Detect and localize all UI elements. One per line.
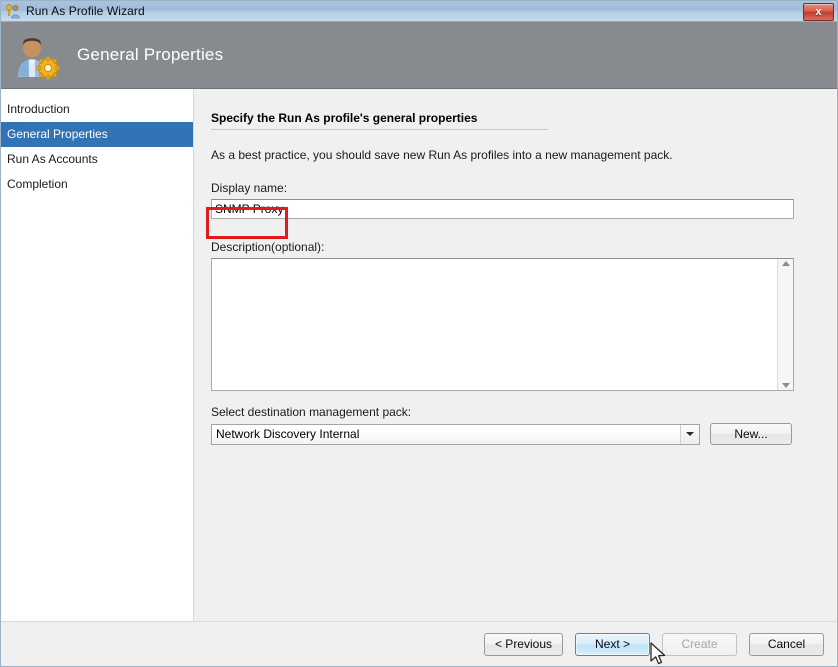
close-glyph: x bbox=[815, 5, 822, 18]
management-pack-row: Network Discovery Internal New... bbox=[211, 423, 837, 445]
wizard-content-pane: Specify the Run As profile's general pro… bbox=[194, 89, 837, 622]
management-pack-selected-value: Network Discovery Internal bbox=[216, 427, 360, 441]
scroll-up-icon[interactable] bbox=[781, 261, 790, 266]
scroll-down-icon[interactable] bbox=[781, 383, 790, 388]
management-pack-label: Select destination management pack: bbox=[211, 405, 412, 419]
description-field-wrapper bbox=[211, 258, 794, 391]
run-as-profile-wizard-window: Run As Profile Wizard x General Properti… bbox=[0, 0, 838, 667]
description-textarea[interactable] bbox=[212, 259, 777, 390]
window-title: Run As Profile Wizard bbox=[26, 4, 145, 18]
next-button[interactable]: Next > bbox=[575, 632, 650, 656]
section-heading: Specify the Run As profile's general pro… bbox=[211, 111, 478, 125]
sidebar-item-label: Completion bbox=[7, 177, 68, 191]
sidebar-item-run-as-accounts[interactable]: Run As Accounts bbox=[1, 147, 193, 172]
sidebar-item-label: Introduction bbox=[7, 102, 70, 116]
sidebar-item-introduction[interactable]: Introduction bbox=[1, 97, 193, 122]
display-name-input[interactable] bbox=[211, 199, 794, 219]
runas-profile-icon bbox=[5, 3, 21, 19]
management-pack-select[interactable]: Network Discovery Internal bbox=[211, 423, 700, 445]
description-label: Description(optional): bbox=[211, 240, 325, 254]
wizard-footer: < Previous Next > Create Cancel bbox=[1, 621, 837, 666]
best-practice-text: As a best practice, you should save new … bbox=[211, 148, 673, 162]
section-divider bbox=[211, 129, 548, 130]
page-title: General Properties bbox=[77, 45, 224, 64]
wizard-step-sidebar: Introduction General Properties Run As A… bbox=[1, 89, 194, 622]
previous-button[interactable]: < Previous bbox=[483, 632, 563, 656]
create-button: Create bbox=[662, 632, 737, 656]
wizard-body: Introduction General Properties Run As A… bbox=[1, 89, 837, 622]
close-icon[interactable]: x bbox=[803, 3, 834, 21]
sidebar-item-label: Run As Accounts bbox=[7, 152, 98, 166]
description-scrollbar[interactable] bbox=[777, 259, 793, 390]
user-gear-icon bbox=[9, 29, 61, 81]
new-management-pack-button[interactable]: New... bbox=[710, 423, 792, 445]
sidebar-item-general-properties[interactable]: General Properties bbox=[1, 122, 193, 147]
display-name-label: Display name: bbox=[211, 181, 288, 195]
wizard-header-banner: General Properties bbox=[1, 22, 837, 89]
chevron-down-icon[interactable] bbox=[680, 424, 699, 444]
sidebar-item-label: General Properties bbox=[7, 127, 108, 141]
title-bar: Run As Profile Wizard x bbox=[1, 1, 837, 22]
sidebar-item-completion[interactable]: Completion bbox=[1, 172, 193, 197]
cancel-button[interactable]: Cancel bbox=[749, 632, 824, 656]
